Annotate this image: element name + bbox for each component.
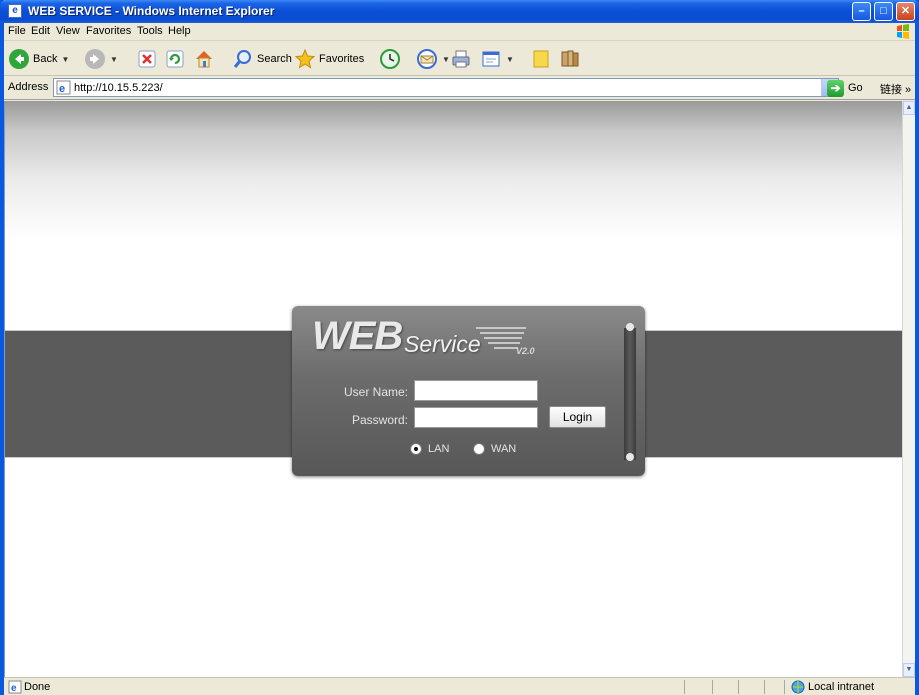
- mail-dropdown-icon[interactable]: ▼: [442, 55, 450, 64]
- menu-tools[interactable]: Tools: [137, 25, 163, 37]
- back-label: Back: [33, 53, 58, 65]
- mail-icon: [417, 49, 437, 69]
- home-icon: [196, 51, 212, 68]
- wan-radio[interactable]: [473, 443, 485, 455]
- lan-label: LAN: [428, 443, 450, 455]
- status-bar: e Done Local intranet: [4, 677, 915, 695]
- panel-strap: [624, 328, 636, 460]
- research-icon: [561, 50, 579, 67]
- print-icon: [452, 50, 470, 68]
- login-button[interactable]: Login: [549, 406, 606, 428]
- logo-service-text: Service: [404, 331, 481, 357]
- browser-window: e WEB SERVICE - Windows Internet Explore…: [0, 0, 919, 695]
- edit-button[interactable]: ▼: [480, 47, 514, 71]
- address-label: Address: [8, 81, 49, 93]
- password-label: Password:: [351, 413, 408, 427]
- note-button[interactable]: [530, 47, 552, 71]
- back-button[interactable]: Back ▼: [8, 47, 69, 71]
- print-button[interactable]: [450, 47, 472, 71]
- menu-favorites[interactable]: Favorites: [86, 25, 131, 37]
- home-button[interactable]: [193, 47, 215, 71]
- username-input[interactable]: [414, 380, 538, 401]
- status-text: Done: [24, 681, 51, 693]
- lan-radio[interactable]: [410, 443, 422, 455]
- svg-text:e: e: [59, 83, 65, 95]
- edit-dropdown-icon[interactable]: ▼: [506, 55, 514, 64]
- password-input[interactable]: [414, 407, 538, 428]
- title-bar[interactable]: e WEB SERVICE - Windows Internet Explore…: [0, 0, 919, 23]
- svg-text:e: e: [11, 683, 17, 694]
- go-button[interactable]: ➔ Go: [827, 79, 863, 97]
- edit-icon: [482, 51, 500, 67]
- mail-button[interactable]: ▼: [416, 47, 450, 71]
- forward-dropdown-icon[interactable]: ▼: [110, 55, 118, 64]
- intranet-zone-icon: [791, 680, 805, 694]
- address-url: http://10.15.5.223/: [74, 82, 163, 94]
- maximize-button[interactable]: □: [874, 2, 893, 21]
- wan-radio-option[interactable]: WAN: [473, 443, 516, 455]
- favorites-star-icon: [294, 48, 316, 69]
- address-bar: Address e http://10.15.5.223/ ▼ ➔ Go 链接 …: [4, 76, 915, 100]
- history-icon: [380, 49, 400, 69]
- menu-view[interactable]: View: [56, 25, 80, 37]
- history-button[interactable]: [379, 47, 401, 71]
- page-content: WEB Service V2.0 User Name: Password: Lo…: [4, 101, 902, 677]
- page-done-icon: e: [8, 680, 22, 694]
- menu-help[interactable]: Help: [168, 25, 191, 37]
- forward-icon: [85, 49, 105, 69]
- toolbar: Back ▼ ▼ Search Favorites ▼ ▼: [4, 41, 915, 76]
- security-zone-text: Local intranet: [808, 681, 875, 693]
- refresh-icon: [166, 50, 184, 68]
- wan-label: WAN: [491, 443, 517, 455]
- window-title: WEB SERVICE - Windows Internet Explorer: [28, 4, 275, 18]
- stop-button[interactable]: [136, 47, 158, 71]
- search-label: Search: [257, 53, 292, 65]
- menu-edit[interactable]: Edit: [31, 25, 50, 37]
- status-separator: [712, 680, 713, 694]
- back-dropdown-icon[interactable]: ▼: [61, 55, 69, 64]
- search-icon: [233, 50, 251, 68]
- search-button[interactable]: Search: [232, 47, 292, 71]
- logo-web-text: WEB: [312, 314, 403, 358]
- research-button[interactable]: [559, 47, 581, 71]
- logo-version-text: V2.0: [516, 346, 535, 356]
- status-separator: [738, 680, 739, 694]
- go-label: Go: [848, 82, 863, 94]
- status-separator: [684, 680, 685, 694]
- scroll-down-icon[interactable]: ▼: [903, 663, 915, 677]
- links-label[interactable]: 链接 »: [880, 81, 911, 97]
- close-button[interactable]: ✕: [896, 2, 915, 21]
- status-separator: [764, 680, 765, 694]
- username-label: User Name:: [343, 385, 408, 399]
- menu-bar: File Edit View Favorites Tools Help: [4, 23, 915, 41]
- favorites-label: Favorites: [319, 53, 365, 65]
- refresh-button[interactable]: [164, 47, 186, 71]
- go-arrow-icon: ➔: [827, 79, 844, 97]
- windows-flag-icon: [897, 24, 909, 39]
- scroll-up-icon[interactable]: ▲: [903, 101, 915, 115]
- ie-page-icon: e: [56, 80, 71, 95]
- status-separator: [784, 680, 785, 694]
- menu-file[interactable]: File: [8, 25, 26, 37]
- panel-knob-bottom: [626, 453, 634, 461]
- favorites-button[interactable]: Favorites: [294, 47, 364, 71]
- forward-button[interactable]: ▼: [84, 47, 118, 71]
- address-input[interactable]: e http://10.15.5.223/ ▼: [53, 78, 839, 97]
- note-icon: [533, 50, 549, 68]
- ie-app-icon: e: [8, 4, 22, 18]
- back-icon: [9, 49, 29, 69]
- minimize-button[interactable]: –: [852, 2, 871, 21]
- vertical-scrollbar[interactable]: ▲ ▼: [902, 101, 915, 677]
- panel-knob-top: [626, 323, 634, 331]
- stop-icon: [138, 50, 156, 68]
- lan-radio-option[interactable]: LAN: [410, 443, 449, 455]
- login-panel: WEB Service V2.0 User Name: Password: Lo…: [292, 306, 645, 476]
